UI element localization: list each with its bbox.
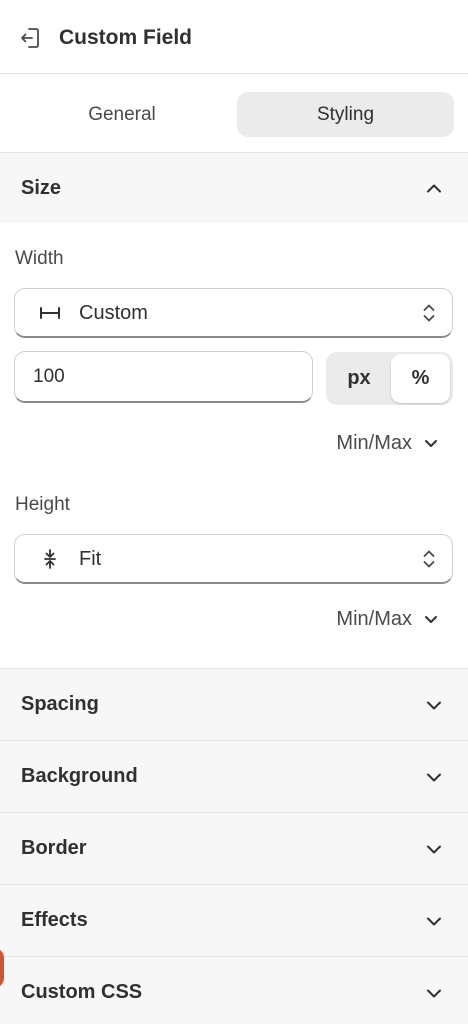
section-effects-title: Effects	[21, 909, 88, 931]
height-label: Height	[15, 494, 70, 515]
section-spacing-title: Spacing	[21, 693, 99, 715]
section-custom-css-title: Custom CSS	[21, 981, 143, 1003]
section-size-header[interactable]: Size	[0, 153, 468, 223]
tab-general[interactable]: General	[11, 92, 233, 137]
width-mode-select[interactable]: Custom	[14, 288, 453, 338]
unit-px-button[interactable]: px	[328, 354, 390, 403]
section-size-title: Size	[21, 177, 62, 199]
tab-styling[interactable]: Styling	[237, 92, 454, 137]
width-value-input[interactable]	[14, 351, 313, 403]
chevron-down-icon	[425, 616, 437, 623]
chevron-down-icon	[427, 701, 441, 710]
horizontal-span-icon	[40, 307, 60, 319]
height-mode-value: Fit	[79, 548, 102, 570]
section-background-header[interactable]: Background	[0, 740, 468, 812]
width-minmax-toggle[interactable]: Min/Max	[336, 432, 438, 455]
chevron-down-icon	[427, 989, 441, 998]
section-border-title: Border	[21, 837, 87, 859]
tab-bar: General Styling	[0, 75, 468, 153]
chevron-down-icon	[427, 773, 441, 782]
width-unit-toggle: px %	[326, 352, 453, 405]
section-effects-header[interactable]: Effects	[0, 884, 468, 956]
width-label: Width	[15, 248, 64, 269]
collapse-vertical-icon	[44, 549, 56, 569]
height-minmax-toggle[interactable]: Min/Max	[336, 608, 438, 631]
height-mode-select[interactable]: Fit	[14, 534, 453, 584]
chevron-down-icon	[425, 440, 437, 447]
section-custom-css-header[interactable]: Custom CSS	[0, 956, 468, 1024]
chevron-up-icon	[427, 184, 441, 193]
chevron-down-icon	[427, 845, 441, 854]
exit-icon[interactable]	[19, 26, 41, 50]
section-background-title: Background	[21, 765, 138, 787]
chevron-up-down-icon	[423, 304, 435, 322]
width-minmax-label: Min/Max	[336, 432, 412, 454]
chevron-up-down-icon	[423, 550, 435, 568]
height-minmax-label: Min/Max	[336, 608, 412, 630]
unit-percent-button[interactable]: %	[391, 354, 450, 403]
chevron-down-icon	[427, 917, 441, 926]
panel-header: Custom Field	[0, 0, 468, 74]
panel-title: Custom Field	[59, 26, 193, 49]
section-spacing-header[interactable]: Spacing	[0, 668, 468, 740]
width-mode-value: Custom	[79, 302, 148, 324]
section-border-header[interactable]: Border	[0, 812, 468, 884]
